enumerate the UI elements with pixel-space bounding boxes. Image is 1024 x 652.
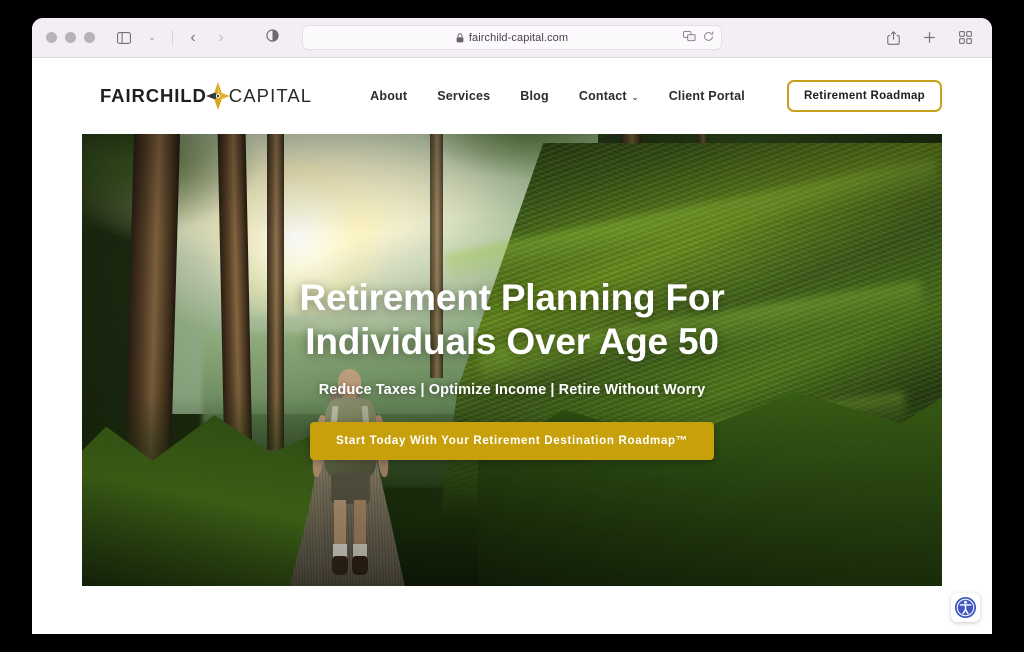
nav-label: Blog: [520, 89, 549, 103]
window-controls: [46, 32, 95, 43]
nav-label: Client Portal: [668, 89, 745, 103]
sidebar-icon[interactable]: [111, 26, 137, 50]
main-navigation: About Services Blog Contact ⌄ Client Por…: [370, 80, 942, 112]
address-bar-container: fairchild-capital.com: [266, 25, 722, 50]
nav-item-client-portal[interactable]: Client Portal: [669, 89, 745, 103]
hero-cta-button[interactable]: Start Today With Your Retirement Destina…: [309, 421, 714, 460]
nav-label: Contact: [578, 89, 627, 103]
hero-subtitle: Reduce Taxes | Optimize Income | Retire …: [318, 381, 706, 398]
logo-word-capital: CAPITAL: [228, 85, 313, 106]
retirement-roadmap-button[interactable]: Retirement Roadmap: [786, 80, 942, 112]
address-bar-actions: [683, 29, 714, 47]
nav-item-contact[interactable]: Contact ⌄: [579, 89, 639, 103]
page-content: FAIRCHILD CAPITAL About Services Blog Co…: [32, 58, 992, 634]
logo-word-fairchild: FAIRCHILD: [100, 85, 207, 106]
nav-item-about[interactable]: About: [370, 89, 407, 103]
minimize-button[interactable]: [65, 32, 76, 43]
forward-button[interactable]: ›: [208, 26, 234, 50]
reload-icon[interactable]: [703, 29, 714, 47]
site-logo[interactable]: FAIRCHILD CAPITAL: [100, 79, 312, 113]
hero-content: Retirement Planning For Individuals Over…: [82, 134, 942, 586]
new-tab-button[interactable]: [916, 26, 942, 50]
toolbar-divider: [172, 30, 173, 45]
maximize-button[interactable]: [84, 32, 95, 43]
privacy-shield-icon[interactable]: [266, 28, 279, 47]
browser-toolbar: ⌄ ‹ › fairchild-capital.com: [32, 18, 992, 58]
chevron-down-icon: ⌄: [631, 92, 639, 102]
extensions-icon[interactable]: [683, 29, 696, 47]
browser-window: ⌄ ‹ › fairchild-capital.com FAIRCHILD CA…: [32, 18, 992, 634]
toolbar-left-group: ⌄ ‹ ›: [111, 26, 234, 50]
hero-title-line-2: Individuals Over Age 50: [305, 321, 719, 362]
compass-star-emblem-icon: [205, 81, 231, 111]
toolbar-right-group: [880, 26, 978, 50]
accessibility-widget-button[interactable]: [951, 593, 980, 622]
share-icon[interactable]: [880, 26, 906, 50]
chevron-down-glyph: ⌄: [148, 32, 156, 42]
nav-item-blog[interactable]: Blog: [520, 89, 549, 103]
hero-title-line-1: Retirement Planning For: [299, 277, 725, 319]
hero-title: Retirement Planning For Individuals Over…: [299, 276, 724, 363]
nav-label: Services: [437, 89, 491, 103]
back-button[interactable]: ‹: [180, 26, 206, 50]
hero-section: Retirement Planning For Individuals Over…: [82, 134, 942, 586]
url-text: fairchild-capital.com: [468, 31, 569, 44]
address-bar[interactable]: fairchild-capital.com: [302, 25, 722, 50]
sidebar-caret-icon[interactable]: ⌄: [139, 26, 165, 50]
accessibility-icon: [954, 596, 977, 619]
forward-chevron-icon: ›: [218, 28, 224, 46]
lock-icon: [456, 32, 464, 43]
tab-overview-icon[interactable]: [952, 26, 978, 50]
close-button[interactable]: [46, 32, 57, 43]
nav-item-services[interactable]: Services: [437, 89, 490, 103]
back-chevron-icon: ‹: [190, 28, 196, 46]
site-header: FAIRCHILD CAPITAL About Services Blog Co…: [32, 58, 992, 134]
nav-label: About: [370, 89, 408, 103]
